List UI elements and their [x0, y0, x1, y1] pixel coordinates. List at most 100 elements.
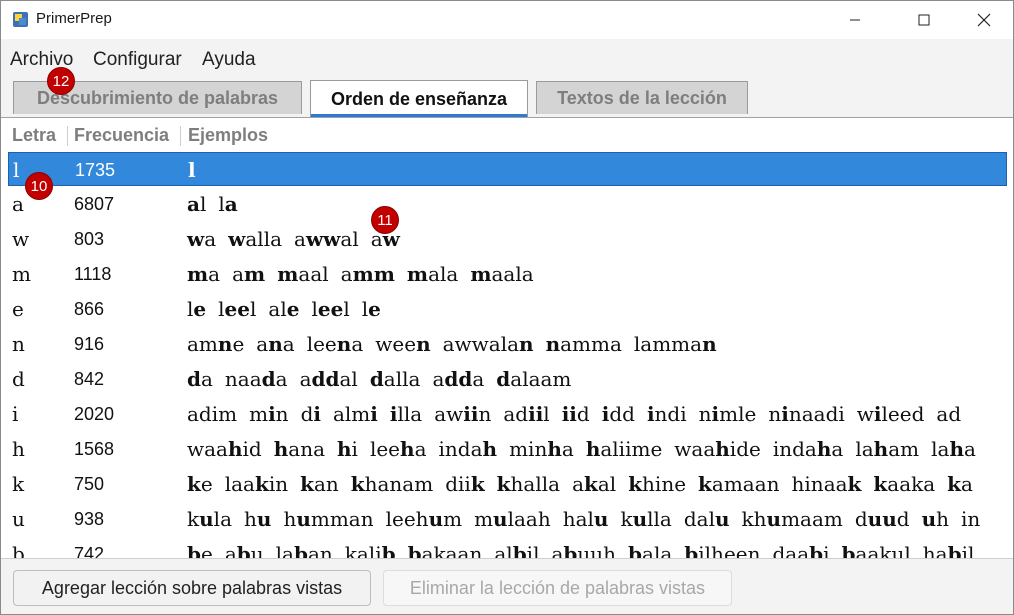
word-highlight: i [711, 402, 720, 426]
word-highlight: i [313, 402, 321, 426]
word-highlight: u [766, 507, 782, 531]
word-prefix: d [300, 402, 314, 426]
word-prefix: laa [224, 472, 255, 496]
word-suffix: an [307, 542, 333, 559]
word-highlight: b [187, 542, 201, 559]
word-suffix: a [963, 437, 976, 461]
word-highlight: h [547, 437, 562, 461]
example-word: awwalan [443, 332, 534, 356]
example-word: waahid [187, 437, 262, 461]
menu-configurar[interactable]: Configurar [93, 49, 182, 71]
table-row[interactable]: n 916 amne ana leena ween awwalan namma lamman [1, 327, 1013, 362]
word-highlight: k [254, 472, 269, 496]
word-suffix: a [414, 437, 427, 461]
table-row[interactable]: m 1118 ma am maal amm mala maala [1, 257, 1013, 292]
example-word: iid [562, 402, 590, 426]
table-row[interactable]: l 1735 l [8, 152, 1007, 186]
word-highlight: b [684, 542, 699, 559]
word-suffix: naadi [788, 402, 845, 426]
table-row[interactable]: u 938 kula hu humman leehum mulaah halu kulla dal… [1, 502, 1013, 537]
word-highlight: b [381, 542, 396, 559]
column-header-frequency[interactable]: Frecuencia [74, 118, 169, 152]
close-button[interactable] [961, 1, 1007, 39]
word-prefix: in [961, 507, 981, 531]
example-word: minha [509, 437, 574, 461]
letter-order-table[interactable]: Letra Frecuencia Ejemplos l 1735 l a 6807 a l l… [1, 117, 1013, 559]
word-suffix: h [936, 507, 950, 531]
word-highlight: k [496, 472, 511, 496]
word-highlight: ww [305, 227, 341, 251]
column-header-examples[interactable]: Ejemplos [188, 118, 268, 152]
example-word: ma [187, 262, 220, 286]
table-row[interactable]: h 1568 waahid hana hi leeha indah minha haliime w… [1, 432, 1013, 467]
example-word: ka [947, 472, 973, 496]
word-suffix: n [478, 402, 492, 426]
word-highlight: i [370, 402, 378, 426]
word-highlight: u [593, 507, 609, 531]
word-suffix: a [282, 332, 295, 356]
annotation-badge: 12 [47, 67, 75, 95]
example-word: haliime [586, 437, 662, 461]
add-lesson-button[interactable]: Agregar lección sobre palabras vistas [13, 570, 371, 606]
word-suffix: dd [609, 402, 635, 426]
example-word: naada [225, 367, 288, 391]
annotation-badge: 10 [25, 172, 53, 200]
cell-letter: m [12, 262, 31, 286]
tab-orden-ensenanza[interactable]: Orden de enseñanza [310, 80, 528, 117]
example-word: leeha [370, 437, 427, 461]
word-suffix: i [823, 542, 830, 559]
word-suffix: a [831, 437, 844, 461]
close-icon [977, 13, 991, 27]
table-row[interactable]: w 803 wa walla awwal aw [1, 222, 1013, 257]
word-suffix: a [472, 367, 485, 391]
table-row[interactable]: e 866 le leel ale leel le [1, 292, 1013, 327]
cell-frequency: 916 [74, 334, 105, 354]
example-word: namma [546, 332, 622, 356]
example-word: bakaan [408, 542, 483, 559]
column-divider[interactable] [180, 126, 181, 146]
word-highlight: h [482, 437, 498, 461]
word-suffix: mle [719, 402, 757, 426]
table-row[interactable]: d 842 da naada addal dalla adda dalaam [1, 362, 1013, 397]
word-highlight: b [236, 542, 251, 559]
column-divider[interactable] [67, 126, 68, 146]
word-prefix: a [256, 332, 269, 356]
tab-textos-leccion[interactable]: Textos de la lección [536, 81, 748, 114]
table-row[interactable]: b 742 be abu laban kalib bakaan albil abuuh bala b… [1, 537, 1013, 559]
word-suffix: a [561, 437, 574, 461]
table-row[interactable]: i 2020 adim min di almi illa awiin adiil iid idd in… [1, 397, 1013, 432]
table-row[interactable]: k 750 ke laakin kan khanam diik khalla akal khine… [1, 467, 1013, 502]
word-prefix: min [509, 437, 548, 461]
word-prefix: k [620, 507, 633, 531]
example-word: ale [268, 297, 299, 321]
example-word: leehum [386, 507, 462, 531]
word-suffix: an [313, 472, 339, 496]
cell-examples: da naada addal dalla adda dalaam [187, 362, 583, 397]
example-word: laham [855, 437, 919, 461]
word-prefix: h [244, 507, 257, 531]
minimize-button[interactable] [832, 1, 878, 39]
word-highlight: k [873, 472, 888, 496]
word-prefix: dii [445, 472, 471, 496]
word-highlight: a [224, 192, 238, 216]
word-suffix: n [275, 402, 289, 426]
column-header-letter[interactable]: Letra [12, 118, 56, 152]
word-highlight: b [628, 542, 643, 559]
word-highlight: w [228, 227, 246, 251]
example-word: albil [494, 542, 539, 559]
app-window: PrimerPrep Archivo Configurar Ayuda Desc… [0, 0, 1014, 615]
word-suffix: lla [647, 507, 672, 531]
minimize-icon [850, 19, 860, 21]
table-row[interactable]: a 6807 al la [1, 187, 1013, 222]
remove-lesson-button[interactable]: Eliminar la lección de palabras vistas [383, 570, 732, 606]
menu-ayuda[interactable]: Ayuda [202, 49, 256, 71]
word-suffix: la [213, 507, 232, 531]
word-highlight: n [545, 332, 561, 356]
example-word: adda [432, 367, 484, 391]
example-word: indi [647, 402, 687, 426]
example-word: habil [923, 542, 975, 559]
example-word: dalla [370, 367, 421, 391]
cell-frequency: 6807 [74, 194, 115, 214]
word-suffix: hine [642, 472, 687, 496]
maximize-button[interactable] [901, 1, 947, 39]
